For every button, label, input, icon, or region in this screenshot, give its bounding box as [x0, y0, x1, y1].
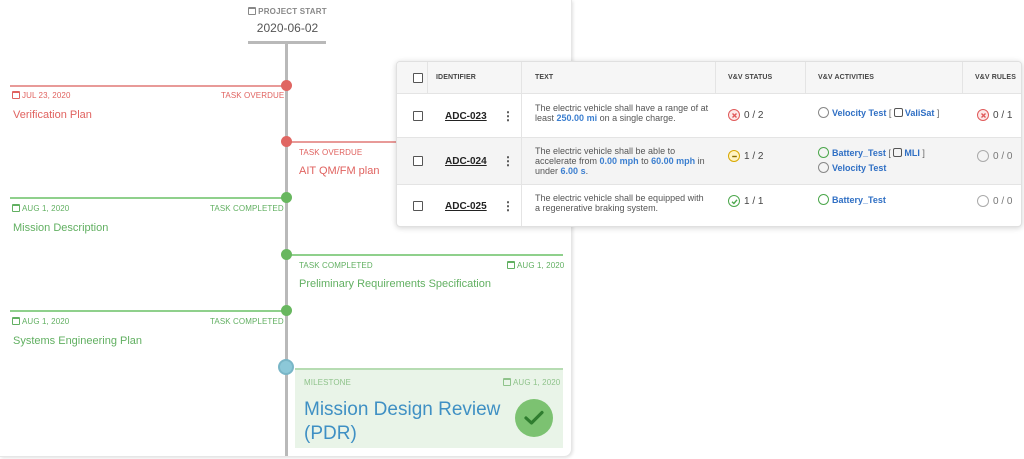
more-options-icon[interactable]: ⋮ — [502, 109, 514, 123]
task-title[interactable]: Preliminary Requirements Specification — [299, 278, 491, 290]
vv-status: 0 / 2 — [728, 109, 763, 121]
activity-link[interactable]: Battery_Test — [832, 195, 886, 205]
activity-link[interactable]: Battery_Test — [832, 148, 886, 158]
task-date: AUG 1, 2020 — [507, 261, 564, 270]
select-all-checkbox[interactable] — [413, 73, 423, 83]
task-title[interactable]: Systems Engineering Plan — [13, 335, 142, 347]
vv-status: 1 / 1 — [728, 195, 763, 207]
table-row[interactable]: ADC-025 ⋮ The electric vehicle shall be … — [397, 185, 1021, 226]
pending-icon — [818, 162, 829, 173]
row-checkbox[interactable] — [413, 111, 423, 121]
milestone-node[interactable] — [278, 359, 294, 375]
column-divider — [962, 62, 963, 94]
table-row[interactable]: ADC-024 ⋮ The electric vehicle shall be … — [397, 138, 1021, 185]
requirements-table: IDENTIFIER TEXT V&V STATUS V&V ACTIVITIE… — [396, 61, 1022, 227]
timeline-connector — [287, 254, 563, 256]
timeline-node[interactable] — [281, 80, 292, 91]
table-header: IDENTIFIER TEXT V&V STATUS V&V ACTIVITIE… — [397, 62, 1021, 94]
col-vv-status[interactable]: V&V STATUS — [728, 74, 772, 81]
partial-icon — [728, 150, 740, 162]
vv-rules: 0 / 1 — [977, 109, 1012, 121]
calendar-icon — [12, 204, 20, 212]
project-start-label: PROJECT START — [258, 7, 327, 16]
requirement-id[interactable]: ADC-023 — [445, 111, 487, 122]
activity-link[interactable]: Velocity Test — [832, 163, 886, 173]
vv-activities: Battery_Test [ MLI ] Velocity Test — [818, 146, 925, 176]
column-divider — [805, 62, 806, 94]
col-text[interactable]: TEXT — [535, 74, 553, 81]
pending-icon — [818, 107, 829, 118]
task-date: JUL 23, 2020 — [12, 91, 71, 100]
pass-icon — [728, 195, 740, 207]
passed-icon — [818, 194, 829, 205]
column-divider — [715, 62, 716, 94]
tool-link[interactable]: ValiSat — [905, 108, 935, 118]
cube-icon — [893, 148, 903, 157]
task-date: AUG 1, 2020 — [12, 317, 69, 326]
cube-icon — [893, 108, 903, 117]
milestone-label: MILESTONE — [304, 378, 351, 387]
task-status: TASK COMPLETED — [210, 317, 284, 326]
tool-link[interactable]: MLI — [904, 148, 920, 158]
calendar-icon — [503, 378, 511, 386]
vv-status: 1 / 2 — [728, 150, 763, 162]
task-title[interactable]: Mission Description — [13, 222, 108, 234]
col-identifier[interactable]: IDENTIFIER — [436, 74, 476, 81]
task-status: TASK COMPLETED — [210, 204, 284, 213]
task-status: TASK OVERDUE — [221, 91, 285, 100]
calendar-icon — [248, 7, 257, 15]
timeline-connector — [10, 197, 286, 199]
milestone-date: AUG 1, 2020 — [503, 378, 560, 387]
project-start: PROJECT START 2020-06-02 — [240, 7, 335, 35]
empty-status-icon — [977, 195, 989, 207]
col-vv-rules[interactable]: V&V RULES — [975, 74, 1016, 81]
requirement-id[interactable]: ADC-025 — [445, 201, 487, 212]
timeline-connector — [10, 85, 286, 87]
project-start-date: 2020-06-02 — [256, 21, 319, 35]
more-options-icon[interactable]: ⋮ — [502, 154, 514, 168]
col-vv-activities[interactable]: V&V ACTIVITIES — [818, 74, 874, 81]
column-divider — [521, 62, 522, 226]
empty-status-icon — [977, 150, 989, 162]
requirement-text: The electric vehicle shall be able to ac… — [535, 146, 705, 176]
timeline-connector — [10, 310, 286, 312]
row-checkbox[interactable] — [413, 201, 423, 211]
check-icon — [515, 399, 553, 437]
calendar-icon — [12, 91, 20, 99]
calendar-icon — [12, 317, 20, 325]
passed-icon — [818, 147, 829, 158]
vv-rules: 0 / 0 — [977, 150, 1012, 162]
vv-activities: Battery_Test — [818, 193, 886, 208]
requirement-text: The electric vehicle shall have a range … — [535, 103, 709, 123]
timeline-node[interactable] — [281, 249, 292, 260]
task-date: AUG 1, 2020 — [12, 204, 69, 213]
task-status: TASK OVERDUE — [299, 148, 363, 157]
timeline-node[interactable] — [281, 305, 292, 316]
vv-activities: Velocity Test [ ValiSat ] — [818, 106, 939, 121]
timeline-node[interactable] — [281, 136, 292, 147]
column-divider — [427, 62, 428, 94]
milestone-card[interactable]: MILESTONE AUG 1, 2020 Mission Design Rev… — [295, 368, 563, 448]
task-title[interactable]: Verification Plan — [13, 109, 92, 121]
vv-rules: 0 / 0 — [977, 195, 1012, 207]
task-status: TASK COMPLETED — [299, 261, 373, 270]
requirement-text: The electric vehicle shall be equipped w… — [535, 193, 704, 213]
activity-link[interactable]: Velocity Test — [832, 108, 886, 118]
row-checkbox[interactable] — [413, 156, 423, 166]
calendar-icon — [507, 261, 515, 269]
task-title[interactable]: AIT QM/FM plan — [299, 165, 379, 177]
fail-icon — [977, 109, 989, 121]
more-options-icon[interactable]: ⋮ — [502, 199, 514, 213]
timeline-connector — [287, 141, 397, 143]
table-row[interactable]: ADC-023 ⋮ The electric vehicle shall hav… — [397, 94, 1021, 138]
timeline-node[interactable] — [281, 192, 292, 203]
milestone-title: Mission Design Review (PDR) — [304, 399, 501, 444]
fail-icon — [728, 109, 740, 121]
requirement-id[interactable]: ADC-024 — [445, 156, 487, 167]
